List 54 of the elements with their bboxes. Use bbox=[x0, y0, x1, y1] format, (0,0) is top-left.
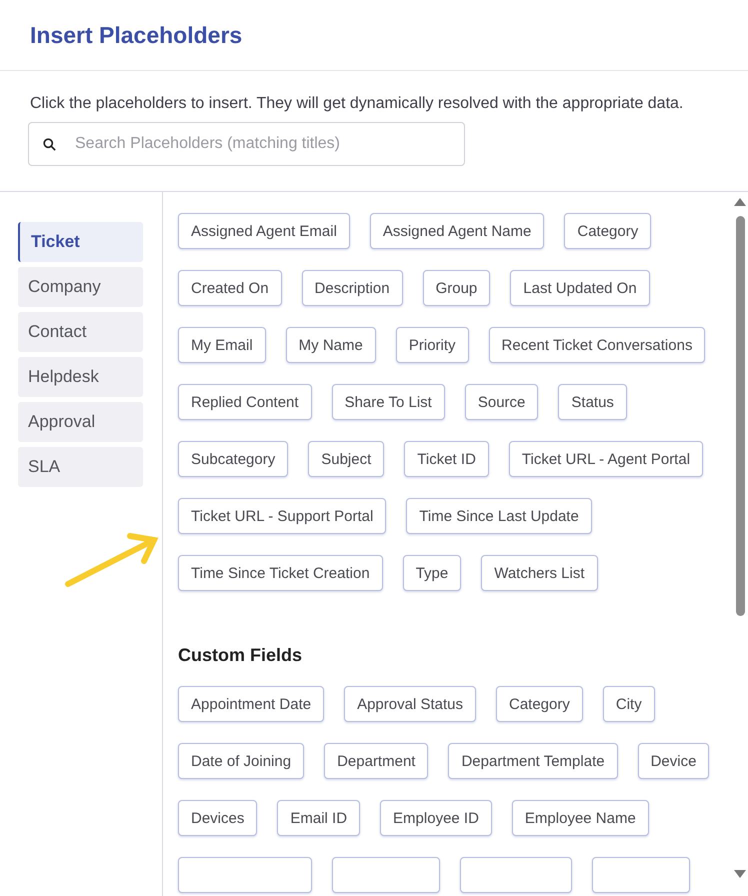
placeholder-chip[interactable]: Category bbox=[496, 686, 583, 722]
placeholder-chip[interactable]: Subcategory bbox=[178, 441, 288, 477]
placeholder-chip[interactable]: Assigned Agent Email bbox=[178, 213, 350, 249]
category-tab[interactable]: Approval bbox=[18, 402, 143, 442]
placeholder-chip[interactable]: Recent Ticket Conversations bbox=[488, 327, 706, 363]
placeholder-chip[interactable]: Subject bbox=[308, 441, 384, 477]
placeholder-chip[interactable] bbox=[178, 857, 312, 893]
placeholder-chip[interactable]: My Name bbox=[286, 327, 376, 363]
placeholder-chip[interactable]: Employee Name bbox=[512, 800, 649, 836]
search-field[interactable]: Search Placeholders (matching titles) bbox=[28, 122, 465, 166]
placeholder-chip[interactable]: Email ID bbox=[277, 800, 360, 836]
placeholder-chip[interactable]: Priority bbox=[396, 327, 469, 363]
placeholder-chip[interactable]: Status bbox=[558, 384, 627, 420]
placeholder-chip[interactable]: Ticket URL - Support Portal bbox=[178, 498, 386, 534]
placeholder-chip[interactable]: Group bbox=[422, 270, 490, 306]
placeholder-chip[interactable]: Source bbox=[464, 384, 538, 420]
placeholder-chip[interactable]: Employee ID bbox=[380, 800, 492, 836]
section-heading: Custom Fields bbox=[178, 645, 304, 666]
instruction-text: Click the placeholders to insert. They will get dynamically resolved with the appropriate data. bbox=[30, 94, 684, 114]
placeholder-chip[interactable] bbox=[592, 857, 690, 893]
placeholder-chip[interactable]: City bbox=[602, 686, 655, 722]
placeholder-chip[interactable]: Time Since Last Update bbox=[406, 498, 592, 534]
placeholder-chip[interactable]: Last Updated On bbox=[510, 270, 650, 306]
placeholder-chip[interactable]: Watchers List bbox=[481, 555, 598, 591]
category-tab[interactable]: Contact bbox=[18, 312, 143, 352]
placeholder-chip[interactable]: Share To List bbox=[332, 384, 445, 420]
placeholder-chip[interactable]: Ticket ID bbox=[404, 441, 489, 477]
placeholder-chip[interactable]: Approval Status bbox=[344, 686, 476, 722]
placeholder-chip[interactable]: Category bbox=[564, 213, 652, 249]
placeholder-chip[interactable]: Replied Content bbox=[178, 384, 312, 420]
placeholder-chip[interactable]: Assigned Agent Name bbox=[370, 213, 544, 249]
placeholder-chip[interactable]: Date of Joining bbox=[178, 743, 304, 779]
placeholder-chip[interactable]: Description bbox=[302, 270, 403, 306]
placeholder-chip[interactable]: Department bbox=[324, 743, 428, 779]
placeholder-chip[interactable]: Device bbox=[638, 743, 710, 779]
placeholder-chip[interactable]: My Email bbox=[178, 327, 266, 363]
placeholder-chip[interactable] bbox=[332, 857, 440, 893]
placeholder-chip[interactable]: Time Since Ticket Creation bbox=[178, 555, 383, 591]
scroll-up-icon[interactable] bbox=[734, 198, 746, 206]
category-tab[interactable]: SLA bbox=[18, 447, 143, 487]
placeholder-chip[interactable] bbox=[460, 857, 572, 893]
placeholder-chip[interactable]: Appointment Date bbox=[178, 686, 324, 722]
placeholder-chip[interactable]: Ticket URL - Agent Portal bbox=[508, 441, 704, 477]
category-tab[interactable]: Helpdesk bbox=[18, 357, 143, 397]
scrollbar-thumb[interactable] bbox=[736, 216, 745, 616]
category-tab[interactable]: Company bbox=[18, 267, 143, 307]
placeholder-chip[interactable]: Created On bbox=[178, 270, 282, 306]
search-icon bbox=[42, 137, 57, 152]
scroll-down-icon[interactable] bbox=[734, 870, 746, 878]
dialog-title: Insert Placeholders bbox=[30, 22, 242, 48]
category-tab[interactable]: Ticket bbox=[18, 222, 143, 262]
placeholder-chip[interactable]: Type bbox=[402, 555, 462, 591]
placeholder-chip[interactable]: Devices bbox=[178, 800, 258, 836]
placeholder-chip[interactable]: Department Template bbox=[448, 743, 618, 779]
